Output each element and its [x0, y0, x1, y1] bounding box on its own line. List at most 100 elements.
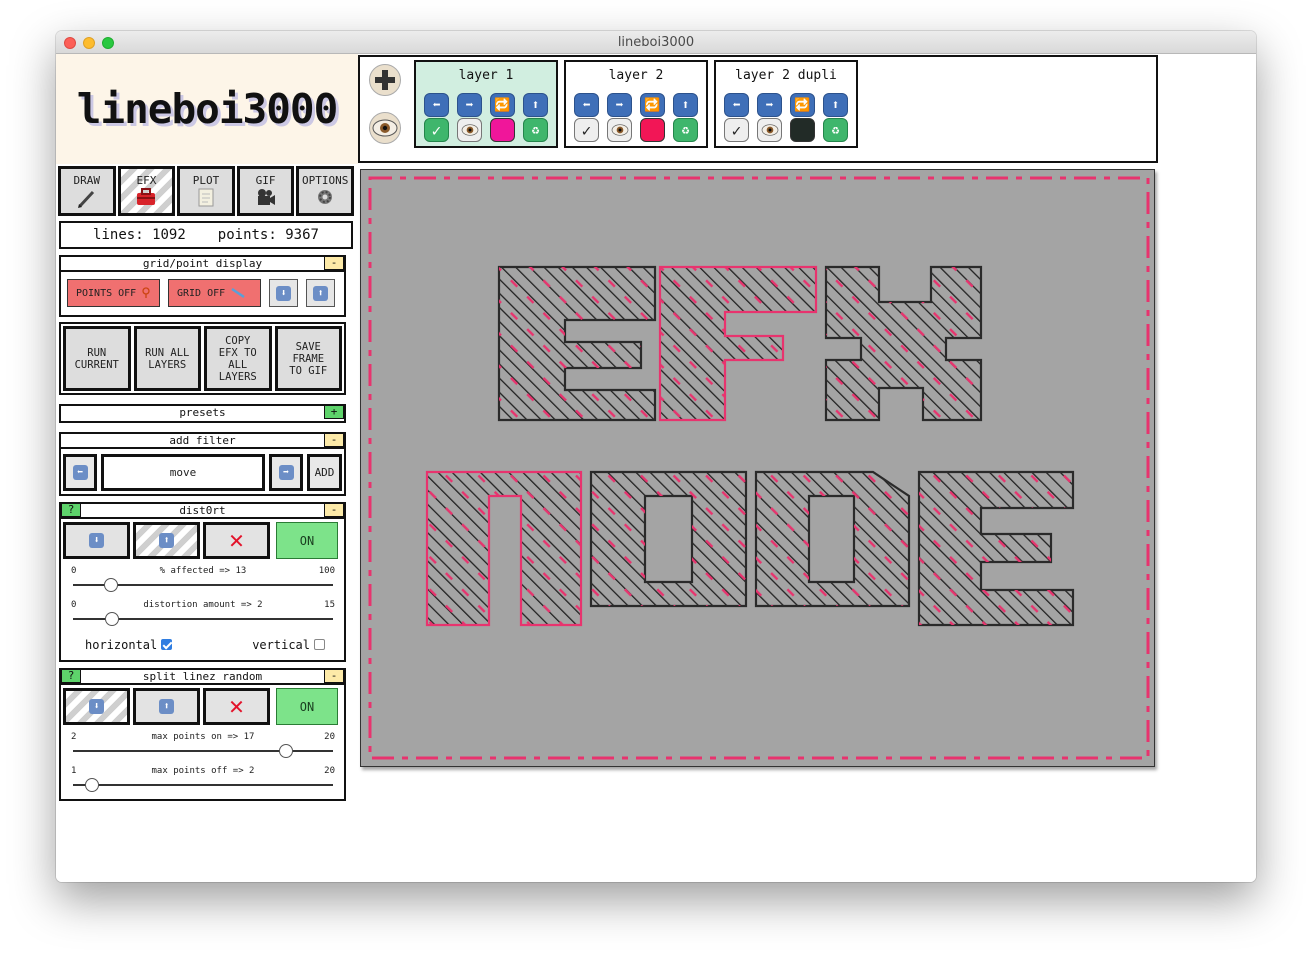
help-button[interactable]: ? — [61, 503, 81, 517]
layer-check-icon[interactable]: ✓ — [724, 118, 749, 142]
distortion-amount-slider[interactable]: 0 distortion amount => 2 15 — [71, 600, 335, 626]
horizontal-checkbox[interactable] — [161, 639, 173, 650]
prev-filter-button[interactable]: ⬅ — [63, 454, 97, 491]
grid-up-button[interactable]: ⬆ — [306, 279, 335, 307]
arrow-down-icon: ⬇ — [89, 699, 104, 714]
help-button[interactable]: ? — [61, 669, 81, 683]
mode-label: GIF — [255, 174, 276, 187]
duplicate-icon[interactable]: 🔁 — [790, 93, 815, 117]
move-filter-down-button[interactable]: ⬇ — [63, 522, 130, 559]
add-layer-button[interactable] — [369, 64, 401, 96]
mode-label: EFX — [136, 174, 157, 187]
stats-display: lines: 1092 points: 9367 — [59, 221, 353, 249]
app-window: lineboi3000 lineboi3000 DRAW EFX PLOT GI… — [56, 31, 1256, 882]
next-filter-button[interactable]: ➡ — [269, 454, 303, 491]
grid-toggle-button[interactable]: GRID OFF — [168, 279, 261, 307]
run-current-button[interactable]: RUN CURRENT — [63, 326, 131, 391]
vertical-checkbox[interactable] — [314, 639, 325, 650]
expand-toggle[interactable]: + — [324, 405, 344, 419]
move-filter-down-button[interactable]: ⬇ — [63, 688, 130, 725]
mode-draw-button[interactable]: DRAW — [58, 166, 116, 216]
arrow-right-icon[interactable]: ➡ — [607, 93, 632, 117]
filter-on-toggle[interactable]: ON — [276, 522, 338, 559]
mode-efx-button[interactable]: EFX — [117, 166, 176, 216]
points-toggle-button[interactable]: POINTS OFF — [67, 279, 160, 307]
plus-icon — [375, 70, 395, 90]
affected-slider[interactable]: 0% affected => 13 100 — [71, 566, 335, 592]
vertical-option[interactable]: vertical — [252, 638, 325, 652]
mode-gif-button[interactable]: GIF — [236, 166, 295, 216]
arrow-left-icon[interactable]: ⬅ — [724, 93, 749, 117]
move-filter-up-button[interactable]: ⬆ — [133, 688, 200, 725]
pin-icon — [142, 287, 150, 298]
mode-plot-button[interactable]: PLOT — [177, 166, 235, 216]
toggle-all-visibility-button[interactable] — [369, 112, 401, 144]
recycle-icon[interactable]: ♻ — [673, 118, 698, 142]
grid-point-panel: grid/point display - POINTS OFF GRID OFF… — [59, 255, 346, 317]
layer-check-icon[interactable]: ✓ — [574, 118, 599, 142]
lines-count: 1092 — [152, 227, 186, 243]
mode-label: PLOT — [192, 174, 220, 187]
slider-knob[interactable] — [85, 778, 100, 792]
duplicate-icon[interactable]: 🔁 — [490, 93, 515, 117]
arrow-left-icon[interactable]: ⬅ — [574, 93, 599, 117]
layer-check-icon[interactable]: ✓ — [424, 118, 449, 142]
recycle-icon[interactable]: ♻ — [823, 118, 848, 142]
add-filter-button[interactable]: ADD — [307, 454, 342, 491]
copy-efx-button[interactable]: COPY EFX TO ALL LAYERS — [204, 326, 272, 391]
arrow-left-icon[interactable]: ⬅ — [424, 93, 449, 117]
merge-up-icon[interactable]: ⬆ — [823, 93, 848, 117]
layer-color-swatch[interactable] — [790, 118, 815, 142]
layer-color-swatch[interactable] — [490, 118, 515, 142]
arrow-right-icon[interactable]: ➡ — [757, 93, 782, 117]
pen-icon — [77, 190, 94, 208]
max-points-on-slider[interactable]: 2 max points on => 17 20 — [71, 732, 335, 758]
layer-card[interactable]: layer 2 dupli ⬅ ➡ 🔁 ⬆ ✓ ♻ — [714, 60, 858, 148]
mode-options-button[interactable]: OPTIONS — [296, 166, 354, 216]
merge-up-icon[interactable]: ⬆ — [523, 93, 548, 117]
panel-header: ? dist0rt - — [61, 503, 344, 519]
recycle-icon[interactable]: ♻ — [523, 118, 548, 142]
eye-icon — [372, 119, 398, 137]
remove-filter-button[interactable]: ✕ — [203, 522, 270, 559]
app-logo: lineboi3000 — [56, 54, 358, 164]
layer-card[interactable]: layer 2 ⬅ ➡ 🔁 ⬆ ✓ ♻ — [564, 60, 708, 148]
vertical-label: vertical — [252, 638, 310, 652]
collapse-toggle[interactable]: - — [324, 433, 344, 447]
direction-options: horizontal vertical — [85, 638, 325, 652]
layer-color-swatch[interactable] — [640, 118, 665, 142]
panel-title: grid/point display — [142, 257, 263, 270]
camera-icon — [257, 189, 275, 205]
duplicate-icon[interactable]: 🔁 — [640, 93, 665, 117]
layer-order-controls: ⬅ ➡ 🔁 ⬆ — [724, 93, 848, 117]
layer-card[interactable]: layer 1 ⬅ ➡ 🔁 ⬆ ✓ ♻ — [414, 60, 558, 148]
slider-knob[interactable] — [105, 612, 120, 626]
slider-knob[interactable] — [278, 744, 293, 758]
arrow-right-icon[interactable]: ➡ — [457, 93, 482, 117]
run-all-layers-button[interactable]: RUN ALL LAYERS — [133, 326, 201, 391]
panel-header: ? split linez random - — [61, 669, 344, 685]
drawing-canvas[interactable] — [360, 169, 1155, 767]
save-frame-button[interactable]: SAVE FRAME TO GIF — [274, 326, 342, 391]
collapse-toggle[interactable]: - — [324, 503, 344, 517]
mode-toolbar: DRAW EFX PLOT GIF OPTIONS — [58, 166, 354, 216]
collapse-toggle[interactable]: - — [324, 669, 344, 683]
arrow-left-icon: ⬅ — [72, 465, 88, 480]
lines-label: lines: — [93, 227, 144, 243]
eye-icon[interactable] — [457, 118, 482, 142]
eye-icon[interactable] — [757, 118, 782, 142]
layer-order-controls: ⬅ ➡ 🔁 ⬆ — [574, 93, 698, 117]
filter-on-toggle[interactable]: ON — [276, 688, 338, 725]
collapse-toggle[interactable]: - — [324, 256, 344, 270]
eye-icon[interactable] — [607, 118, 632, 142]
grid-down-button[interactable]: ⬇ — [269, 279, 298, 307]
slider-max: 20 — [324, 766, 335, 776]
remove-filter-button[interactable]: ✕ — [203, 688, 270, 725]
merge-up-icon[interactable]: ⬆ — [673, 93, 698, 117]
move-filter-up-button[interactable]: ⬆ — [133, 522, 200, 559]
filter-name-display: move — [101, 454, 265, 491]
horizontal-option[interactable]: horizontal — [85, 638, 173, 652]
arrow-down-icon: ⬇ — [89, 533, 104, 548]
slider-knob[interactable] — [104, 578, 119, 592]
max-points-off-slider[interactable]: 1 max points off => 2 20 — [71, 766, 335, 792]
